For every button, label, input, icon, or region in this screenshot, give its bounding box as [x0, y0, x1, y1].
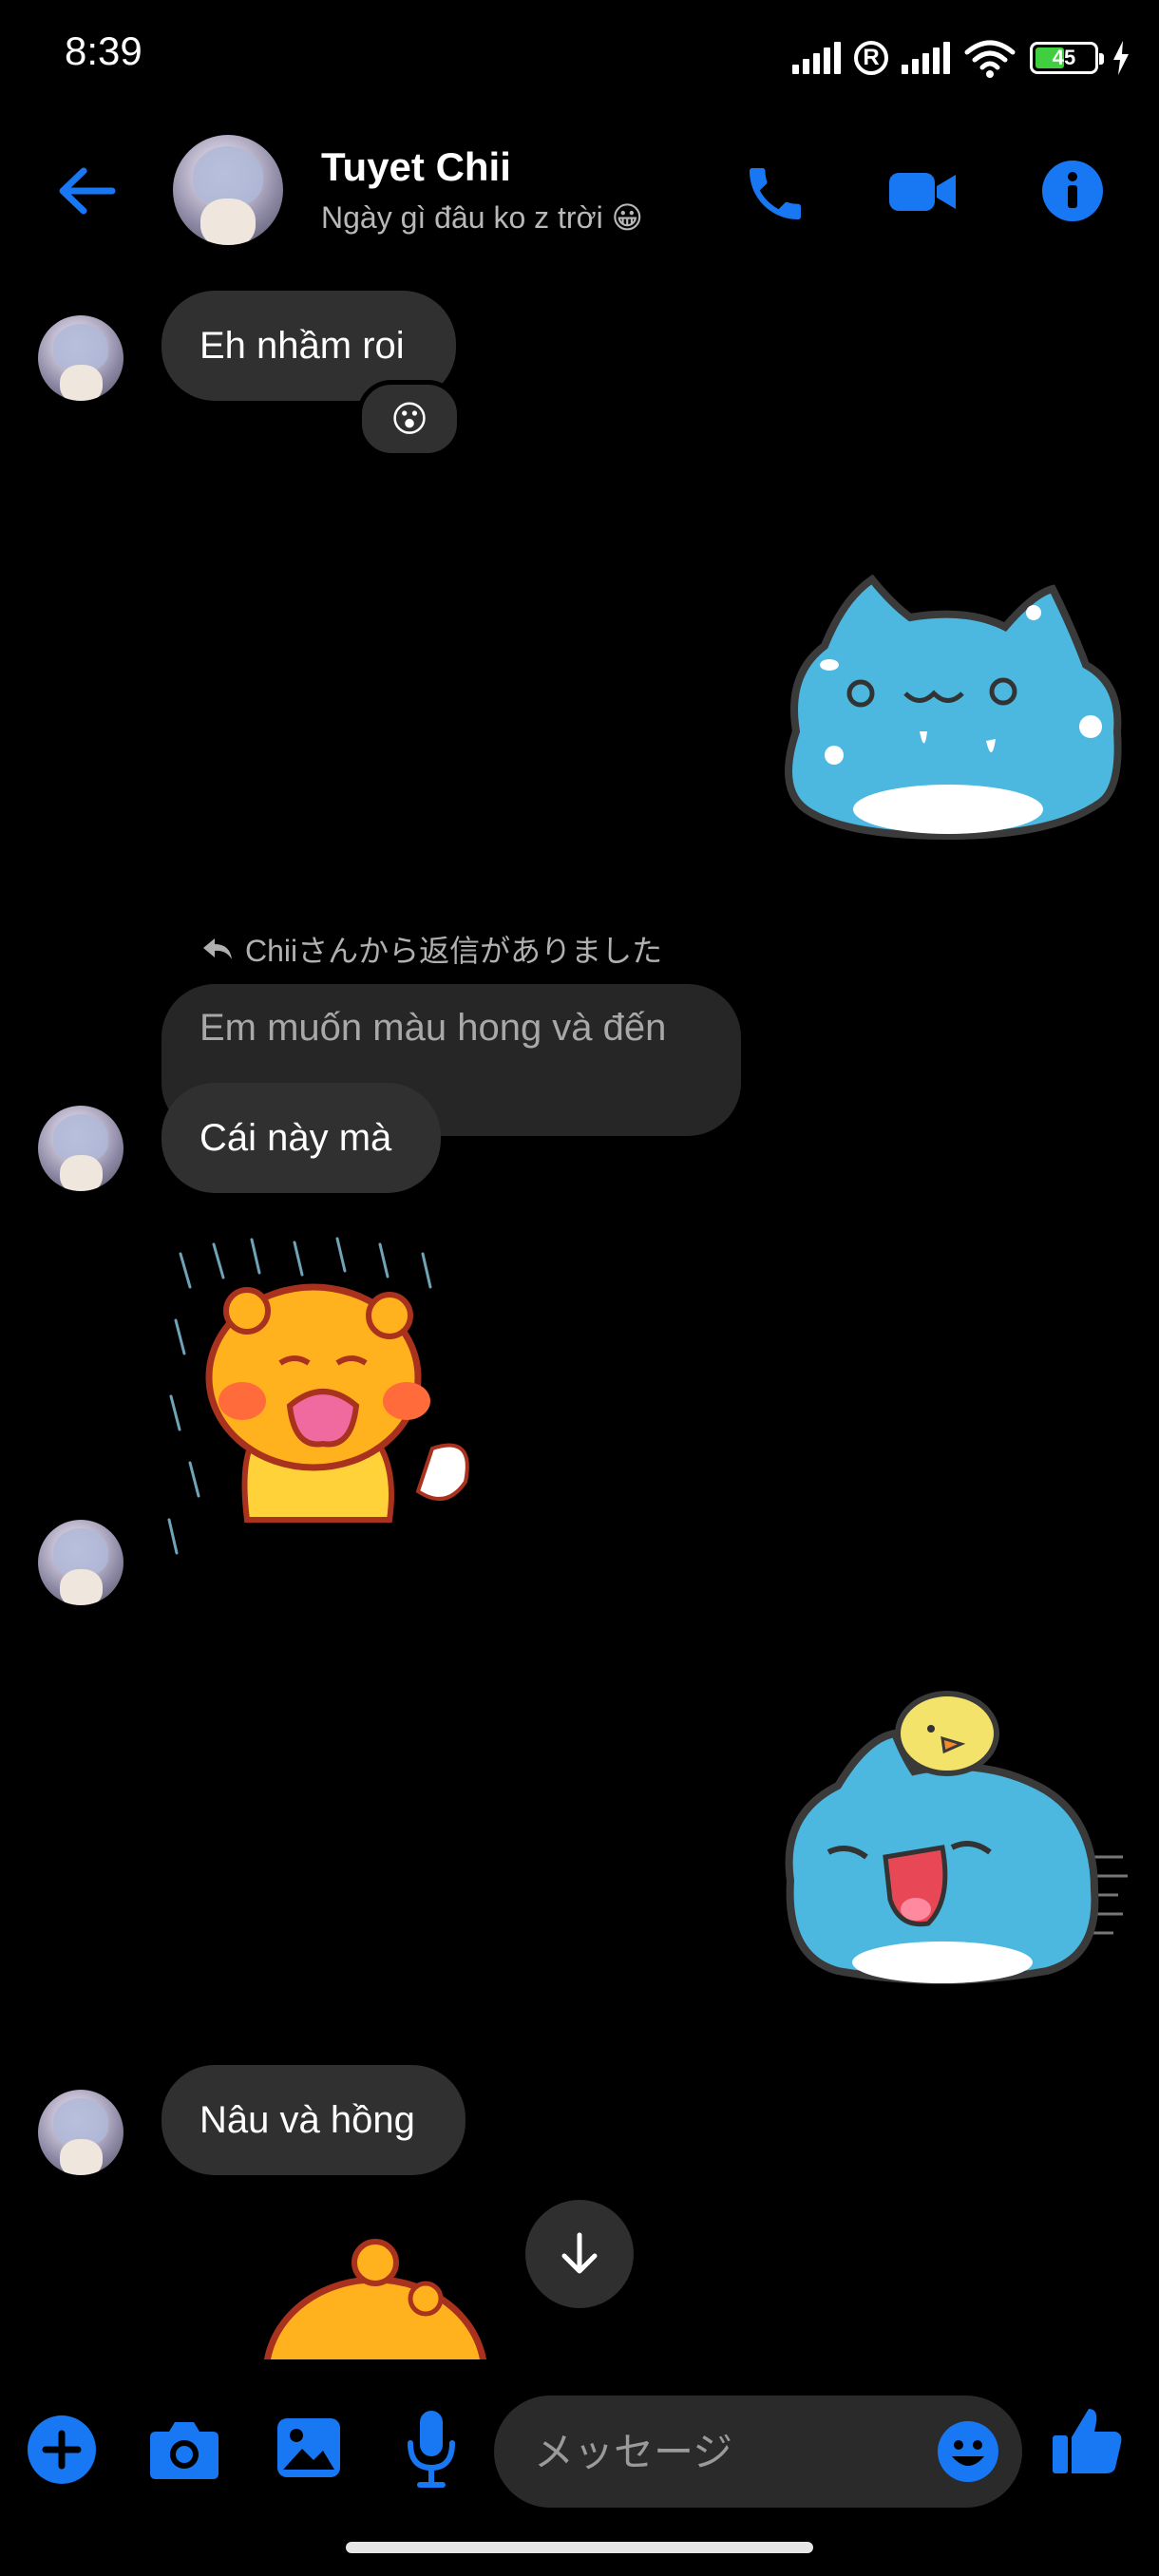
gallery-icon[interactable]	[276, 2416, 342, 2479]
video-call-icon[interactable]	[885, 161, 961, 222]
reaction-emoji: 😮	[390, 399, 428, 440]
reply-indicator: Chiiさんから返信がありました	[201, 927, 662, 971]
signal-icon	[792, 42, 841, 74]
wifi-icon	[964, 40, 1016, 78]
sticker-blue-cat-chick[interactable]	[771, 1681, 1132, 1995]
phone-call-icon[interactable]	[741, 160, 809, 228]
sticker-crying-bear-partial	[263, 2239, 487, 2359]
battery-icon: 45	[1030, 42, 1104, 74]
message-composer[interactable]	[494, 2396, 1022, 2510]
sender-avatar[interactable]	[38, 2090, 124, 2175]
battery-level: 45	[1052, 46, 1076, 69]
arrow-down-icon	[561, 2232, 598, 2274]
info-icon[interactable]	[1041, 160, 1104, 222]
sender-avatar[interactable]	[38, 315, 124, 401]
thumbs-up-icon[interactable]	[1051, 2405, 1123, 2477]
sender-avatar[interactable]	[38, 1520, 124, 1605]
roaming-icon: R	[854, 41, 888, 75]
microphone-icon[interactable]	[405, 2409, 458, 2489]
plus-icon[interactable]	[27, 2415, 97, 2485]
camera-icon[interactable]	[148, 2416, 220, 2481]
contact-avatar[interactable]	[173, 135, 283, 245]
status-time: 8:39	[65, 28, 142, 73]
status-icons: R 45	[792, 34, 1130, 82]
message-bubble[interactable]: Nâu và hồng	[162, 2065, 466, 2175]
emoji-icon[interactable]	[937, 2420, 999, 2483]
sticker-crying-bear[interactable]	[162, 1235, 532, 1596]
home-indicator[interactable]	[346, 2542, 813, 2553]
contact-status: Ngày gì đâu ko z trời 😀	[321, 200, 643, 235]
message-text: Nâu và hồng	[200, 2098, 415, 2141]
message-text: Eh nhầm roi	[200, 324, 405, 367]
sticker-blue-cat[interactable]	[768, 560, 1129, 845]
message-input[interactable]	[532, 2396, 916, 2510]
signal-icon-2	[902, 42, 950, 74]
sticker-partial[interactable]	[162, 2223, 532, 2359]
contact-name[interactable]: Tuyet Chii	[321, 144, 511, 190]
reaction-badge[interactable]: 😮	[357, 380, 462, 458]
quoted-message-text: Em muốn màu hong và đến	[200, 1007, 667, 1049]
sender-avatar[interactable]	[38, 1106, 124, 1191]
message-bubble[interactable]: Cái này mà	[162, 1083, 441, 1193]
back-arrow-icon[interactable]	[55, 160, 118, 222]
scroll-to-bottom-button[interactable]	[525, 2200, 634, 2308]
reply-icon	[203, 938, 232, 959]
message-text: Cái này mà	[200, 1116, 392, 1159]
charging-icon	[1113, 41, 1129, 75]
reply-label-text: Chiiさんから返信がありました	[245, 934, 663, 968]
